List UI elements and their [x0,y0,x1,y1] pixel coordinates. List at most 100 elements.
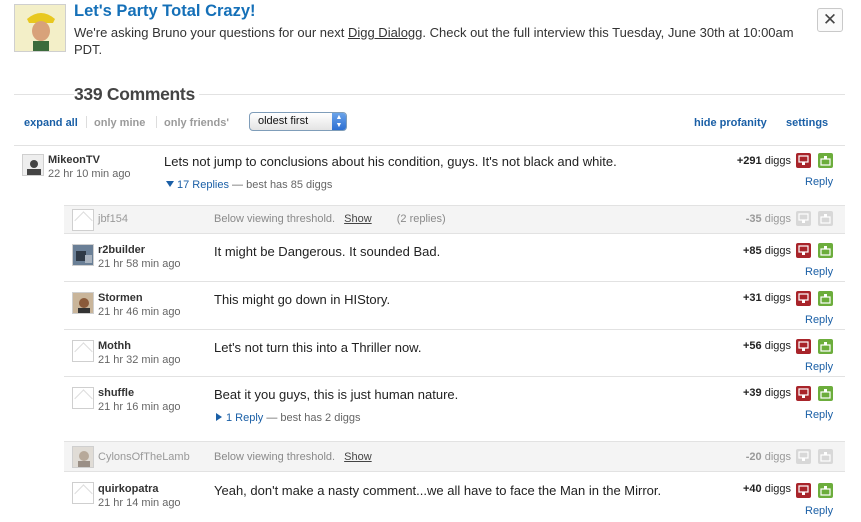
avatar[interactable] [72,387,94,409]
thumbs-down-icon [798,485,809,495]
digg-score: +291 [736,155,762,167]
thumbs-up-icon [820,294,831,304]
diggs-label: diggs [764,451,791,463]
digg-count: +31 diggs [721,292,791,304]
thumbs-up-icon [820,342,831,352]
comment-item: CylonsOfTheLamb Below viewing threshold.… [64,441,845,471]
reply-link[interactable]: Reply [805,266,833,278]
digg-score: -35 [745,213,762,225]
replies-summary: 1 Reply — best has 2 diggs [216,412,361,424]
digg-dialogg-link[interactable]: Digg Dialogg [348,25,422,40]
digg-button[interactable] [818,339,833,354]
best-reply-note: — best has 85 diggs [228,179,333,191]
banner-avatar [14,4,66,52]
announcement-banner: Let's Party Total Crazy! We're asking Br… [0,0,861,80]
digg-count: +40 diggs [721,483,791,495]
digg-button[interactable] [818,291,833,306]
avatar[interactable] [72,446,94,468]
thumbs-down-icon [798,293,809,303]
username[interactable]: quirkopatra [98,483,159,495]
bury-button[interactable] [796,211,811,226]
banner-text-before: We're asking Bruno your questions for ou… [74,25,345,40]
digg-score: +85 [742,245,762,257]
timestamp: 21 hr 14 min ago [98,497,181,509]
thumbs-up-icon [820,156,831,166]
reply-link[interactable]: Reply [805,176,833,188]
comments-count-title: 339 Comments [74,84,199,105]
replies-count: (2 replies) [396,213,446,225]
bury-button[interactable] [796,386,811,401]
expand-replies-link[interactable]: 1 Reply [216,412,263,424]
comment-text: It might be Dangerous. It sounded Bad. [214,244,441,259]
digg-button[interactable] [818,483,833,498]
username[interactable]: MikeonTV [48,154,100,166]
digg-button[interactable] [818,153,833,168]
avatar[interactable] [72,244,94,266]
username[interactable]: r2builder [98,244,145,256]
sort-order-select[interactable]: oldest first ▲ ▼ [249,112,347,131]
digg-button[interactable] [818,386,833,401]
show-link[interactable]: Show [344,451,372,463]
comment-text: Beat it you guys, this is just human nat… [214,387,459,402]
username[interactable]: Stormen [98,292,143,304]
comment-item: MikeonTV 22 hr 10 min ago Lets not jump … [14,145,845,205]
reply-link[interactable]: Reply [805,361,833,373]
digg-score: +31 [742,292,762,304]
best-reply-note: — best has 2 diggs [263,412,361,424]
avatar[interactable] [22,154,44,176]
username[interactable]: Mothh [98,340,131,352]
digg-button[interactable] [818,243,833,258]
thumbs-down-icon [798,451,809,461]
username[interactable]: shuffle [98,387,134,399]
digg-score: +39 [742,387,762,399]
expand-all-link[interactable]: expand all [24,117,78,129]
thumbs-up-icon [820,452,831,462]
thumbs-up-icon [820,246,831,256]
comments-toolbar: expand all only mine only friends' oldes… [0,110,861,136]
timestamp: 21 hr 32 min ago [98,354,181,366]
triangle-down-icon [166,181,174,187]
reply-link[interactable]: Reply [805,505,833,517]
digg-button[interactable] [818,449,833,464]
bury-button[interactable] [796,483,811,498]
comment-text: Let's not turn this into a Thriller now. [214,340,422,355]
thumbs-down-icon [798,388,809,398]
reply-link[interactable]: Reply [805,409,833,421]
digg-button[interactable] [818,211,833,226]
replies-summary: 17 Replies — best has 85 diggs [166,179,332,191]
reply-link[interactable]: Reply [805,314,833,326]
avatar[interactable] [72,292,94,314]
diggs-label: diggs [764,292,791,304]
bury-button[interactable] [796,449,811,464]
timestamp: 21 hr 46 min ago [98,306,181,318]
thumbs-up-icon [820,486,831,496]
bury-button[interactable] [796,243,811,258]
bury-button[interactable] [796,153,811,168]
only-friends-link[interactable]: only friends' [164,117,229,129]
hide-profanity-link[interactable]: hide profanity [694,117,767,129]
username[interactable]: jbf154 [98,213,128,225]
show-link[interactable]: Show [344,213,372,225]
timestamp: 22 hr 10 min ago [48,168,131,180]
select-arrows-icon: ▲ ▼ [332,113,346,130]
bury-button[interactable] [796,291,811,306]
digg-score: +56 [742,340,762,352]
toolbar-separator [156,116,157,128]
timestamp: 21 hr 16 min ago [98,401,181,413]
comment-text: Yeah, don't make a nasty comment...we al… [214,483,662,498]
thumbs-down-icon [798,155,809,165]
avatar[interactable] [72,209,94,231]
expand-replies-link[interactable]: 17 Replies [166,179,229,191]
close-button[interactable]: ✕ [817,8,843,32]
timestamp: 21 hr 58 min ago [98,258,181,270]
diggs-label: diggs [764,245,791,257]
settings-link[interactable]: settings [786,117,828,129]
avatar[interactable] [72,340,94,362]
avatar[interactable] [72,482,94,504]
digg-count: -35 diggs [721,213,791,225]
only-mine-link[interactable]: only mine [94,117,145,129]
thumbs-down-icon [798,245,809,255]
username[interactable]: CylonsOfTheLamb [98,451,190,463]
threshold-text: Below viewing threshold. [214,451,336,463]
bury-button[interactable] [796,339,811,354]
